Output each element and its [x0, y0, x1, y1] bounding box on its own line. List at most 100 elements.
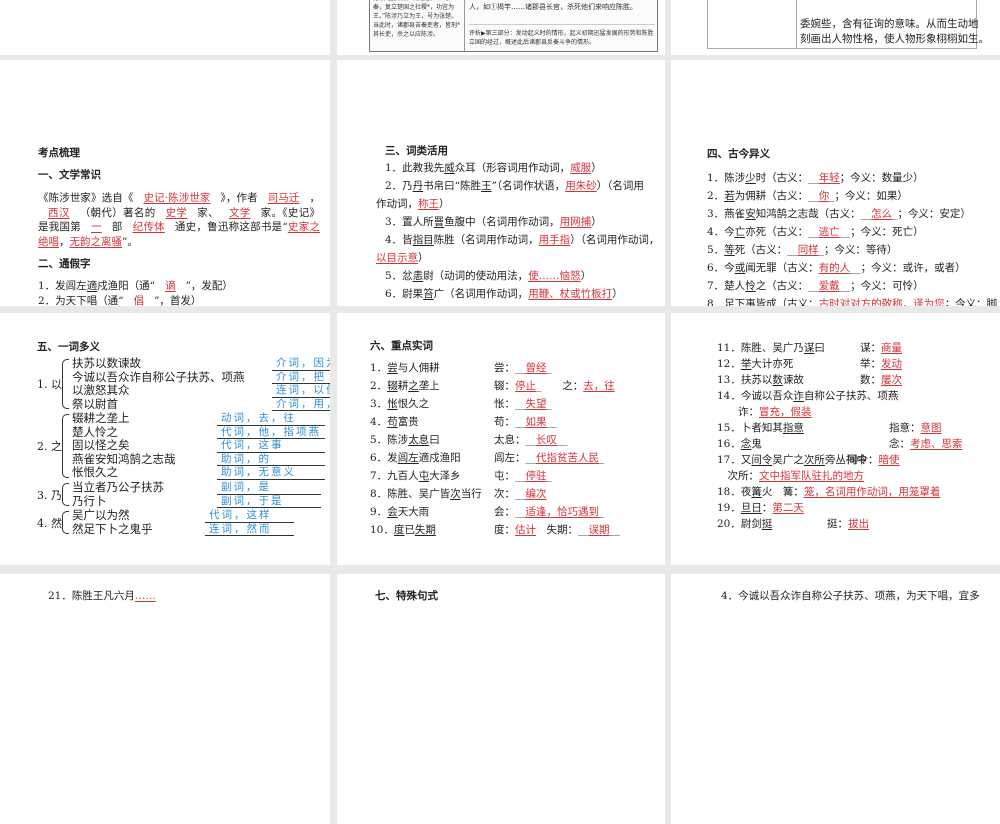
key-word-row: 3．怅恨久之 怅：__失望_ [370, 395, 660, 413]
text: __；今义：可怜） [839, 280, 924, 292]
text: 死（古义：__ [734, 244, 798, 256]
text: 尝：__ [494, 362, 526, 374]
key-word-row: 12．举大计亦死 举：发动 [717, 356, 997, 372]
key-char: 苟 [387, 416, 398, 428]
key-words-list-continued: 11．陈胜、吴广乃谋曰 谋：商量 12．举大计亦死 举：发动 13．扶苏以数谏故 数：屡次… [717, 340, 997, 532]
answer-text: 停驻 [525, 470, 547, 482]
slide-textbook-excerpt[interactable]: 身被*坚执锐，伐无道，诛*暴秦，复立楚国之社稷*，功宜为王。”陈涉乃立为王，号为… [337, 0, 665, 55]
text: _ [546, 398, 552, 410]
text: （通“ [97, 294, 124, 307]
key-word-row: 诈：冒充，假装 [717, 404, 997, 420]
example-sentence: 然足下卜之鬼乎 [72, 521, 153, 536]
ancient-modern-list: 1．陈涉少时（古义：__年轻；今义：数量少） 2．若为佣耕（古义：__你_；今义：… [707, 169, 997, 306]
meaning-answer: 助词，的 [217, 453, 325, 467]
textbook-page-image: 身被*坚执锐，伐无道，诛*暴秦，复立楚国之社稷*，功宜为王。”陈涉乃立为王，号为… [369, 0, 658, 52]
answer-text: 用朱砂 [565, 180, 597, 192]
text: ） [580, 270, 592, 282]
list-item: 1．陈涉少时（古义：__年轻；今义：数量少） [707, 169, 987, 187]
text: _ [599, 452, 605, 464]
text: 4．皆 [385, 234, 413, 246]
key-char: 指目 [412, 234, 434, 246]
slide-key-words-continued[interactable]: 11．陈胜、吴广乃谋曰 谋：商量 12．举大计亦死 举：发动 13．扶苏以数谏故 数：屡次… [671, 313, 1000, 565]
sentence: 7．九百人屯大泽乡 [370, 467, 494, 485]
slide-key-words[interactable]: 六、重点实词 1．尝与人佣耕 尝：__曾经_ 2．辍耕之垄上 辍：停止_ 之：去，往 3… [337, 313, 665, 565]
slide-polysemy[interactable]: 五、一词多义 1. 以扶苏以数谏故介词，因为今诚以吾众诈自称公子扶苏、项燕介词，… [0, 313, 330, 565]
text: 7．楚人 [707, 280, 746, 292]
text: 广（名词用作动词， [433, 288, 529, 300]
slide-sentence-translation[interactable]: 4．今诚以吾众诈自称公子扶苏、项燕，为天下唱，宜多 [671, 574, 1000, 824]
word-meaning: 举：发动 [860, 356, 902, 372]
text: 度： [494, 524, 515, 536]
text: ） [418, 252, 429, 264]
text: 21．陈胜王凡六月 [48, 590, 135, 602]
text: _ 之： [536, 380, 584, 392]
answer-text: 威服 [570, 162, 592, 174]
text: _ [599, 506, 605, 518]
text: 怅：__ [494, 398, 526, 410]
slide-ancient-modern-meaning[interactable]: 四、古今异义 1．陈涉少时（古义：__年轻；今义：数量少） 2．若为佣耕（古义：_… [671, 60, 1000, 306]
answer-text: 估计 [515, 524, 536, 536]
text: 15．卜者知其 [717, 422, 783, 434]
text: 与人佣耕 [397, 362, 440, 374]
text: 17．又 [717, 454, 752, 466]
table-right-cell: 委婉些，含有征询的意味。从而生动地 刻画出人物性格，使人物形象栩栩如生。 [800, 17, 989, 47]
answer-text: 用网捕 [559, 216, 592, 228]
text: 鬼 [751, 438, 762, 450]
text: 適戍渔阳 [418, 452, 461, 464]
answer-text: 文中指军队驻扎的地方 [759, 470, 864, 482]
list-item: 2．乃丹书帛曰“陈胜王”（名词作状语，用朱砂）（名词用 [376, 177, 646, 195]
text: 曰 [814, 342, 825, 354]
text: 当行 [460, 488, 482, 500]
slide-analysis-table[interactable]: 委婉些，含有征询的意味。从而生动地 刻画出人物性格，使人物形象栩栩如生。 [671, 0, 1000, 55]
polysemy-item: 扶苏以数谏故 介词，因为 [72, 356, 330, 371]
key-char: 度 [393, 524, 405, 536]
slide-literature-knowledge[interactable]: 考点梳理 一、文学常识 《陈涉世家》选自《 史记·陈涉世家 》，作者 司马迁 ， 西汉 （朝… [0, 60, 330, 306]
sentence: 3．怅恨久之 [370, 395, 494, 413]
answer-text: 谪 [165, 280, 176, 292]
slide-blank[interactable] [0, 0, 330, 55]
text: 失期：__ [536, 524, 589, 536]
key-char: 安 [745, 208, 756, 220]
answer-text: 发动 [881, 358, 902, 370]
answer-text: 考虑、思索 [910, 438, 963, 450]
answer-text: 笼，名词用作动词，用笼罩着 [803, 486, 941, 498]
answer-text: 西汉 [48, 206, 70, 219]
sentence-line: 4．今诚以吾众诈自称公子扶苏、项燕，为天下唱，宜多 [721, 590, 980, 602]
key-char: 威 [444, 162, 455, 174]
word-meaning: 苟：__如果__ [494, 413, 557, 431]
example-sentence: 吴广以为然 [72, 508, 130, 522]
answer-text: 编次 [525, 488, 547, 500]
sentence: 1．尝与人佣耕 [370, 359, 494, 377]
slide-special-sentences[interactable]: 七、特殊句式 [337, 574, 665, 824]
word-meaning: 次：__编次 [494, 485, 547, 503]
polysemy-item: 辍耕之垄上 动词，去，往 [72, 411, 325, 426]
polysemy-item: 祭以尉首 介词，用，拿 [72, 397, 330, 412]
key-word-row: 10．度已失期 度：估计 失期：__误期__ [370, 521, 660, 539]
text: _ [546, 362, 552, 374]
slide-key-words-more[interactable]: 21．陈胜王凡六月…… [0, 574, 330, 824]
text: __ [557, 434, 568, 446]
example-sentence: 乃行卜 [72, 493, 107, 508]
brace-icon [62, 483, 69, 507]
text: _；今义：如果） [829, 190, 908, 202]
polysemy-word-label: 1. 以 [37, 378, 62, 392]
key-char: 失期 [414, 524, 436, 536]
key-char: 恚 [412, 270, 424, 282]
sentence: 8．陈胜、吴广皆次当行 [370, 485, 494, 503]
text: __；今义：或许，或者） [850, 262, 966, 274]
key-word-row: 9．会天大雨 会：__适逢，恰巧遇到_ [370, 503, 660, 521]
slide-word-class-usage[interactable]: 三、词类活用 1．此教我先威众耳（形容词用作动词，威服） 2．乃丹书帛曰“陈胜王”… [337, 60, 665, 306]
meaning-answer: 副词，是 [217, 481, 321, 495]
answer-text: 称王 [418, 198, 439, 210]
text: 众耳（形容词用作动词， [454, 162, 571, 174]
key-char: 诈 [793, 390, 804, 402]
text: 垄上 [418, 380, 440, 392]
meaning-answer: 介词，把 [272, 371, 330, 385]
heading-literature: 一、文学常识 [38, 169, 101, 181]
text: 10． [370, 524, 394, 536]
list-item: 8．足下事皆成（古义：古时对对方的敬称，译为您；今义：脚 [707, 295, 997, 306]
answer-text: 失望 [525, 398, 547, 410]
example-sentence: 燕雀安知鸿鹄之志哉 [72, 451, 176, 466]
answer-text: 用鞭、杖或竹板打 [528, 288, 613, 300]
polysemy-item: 以激怒其众 连词，以便 [72, 383, 330, 398]
